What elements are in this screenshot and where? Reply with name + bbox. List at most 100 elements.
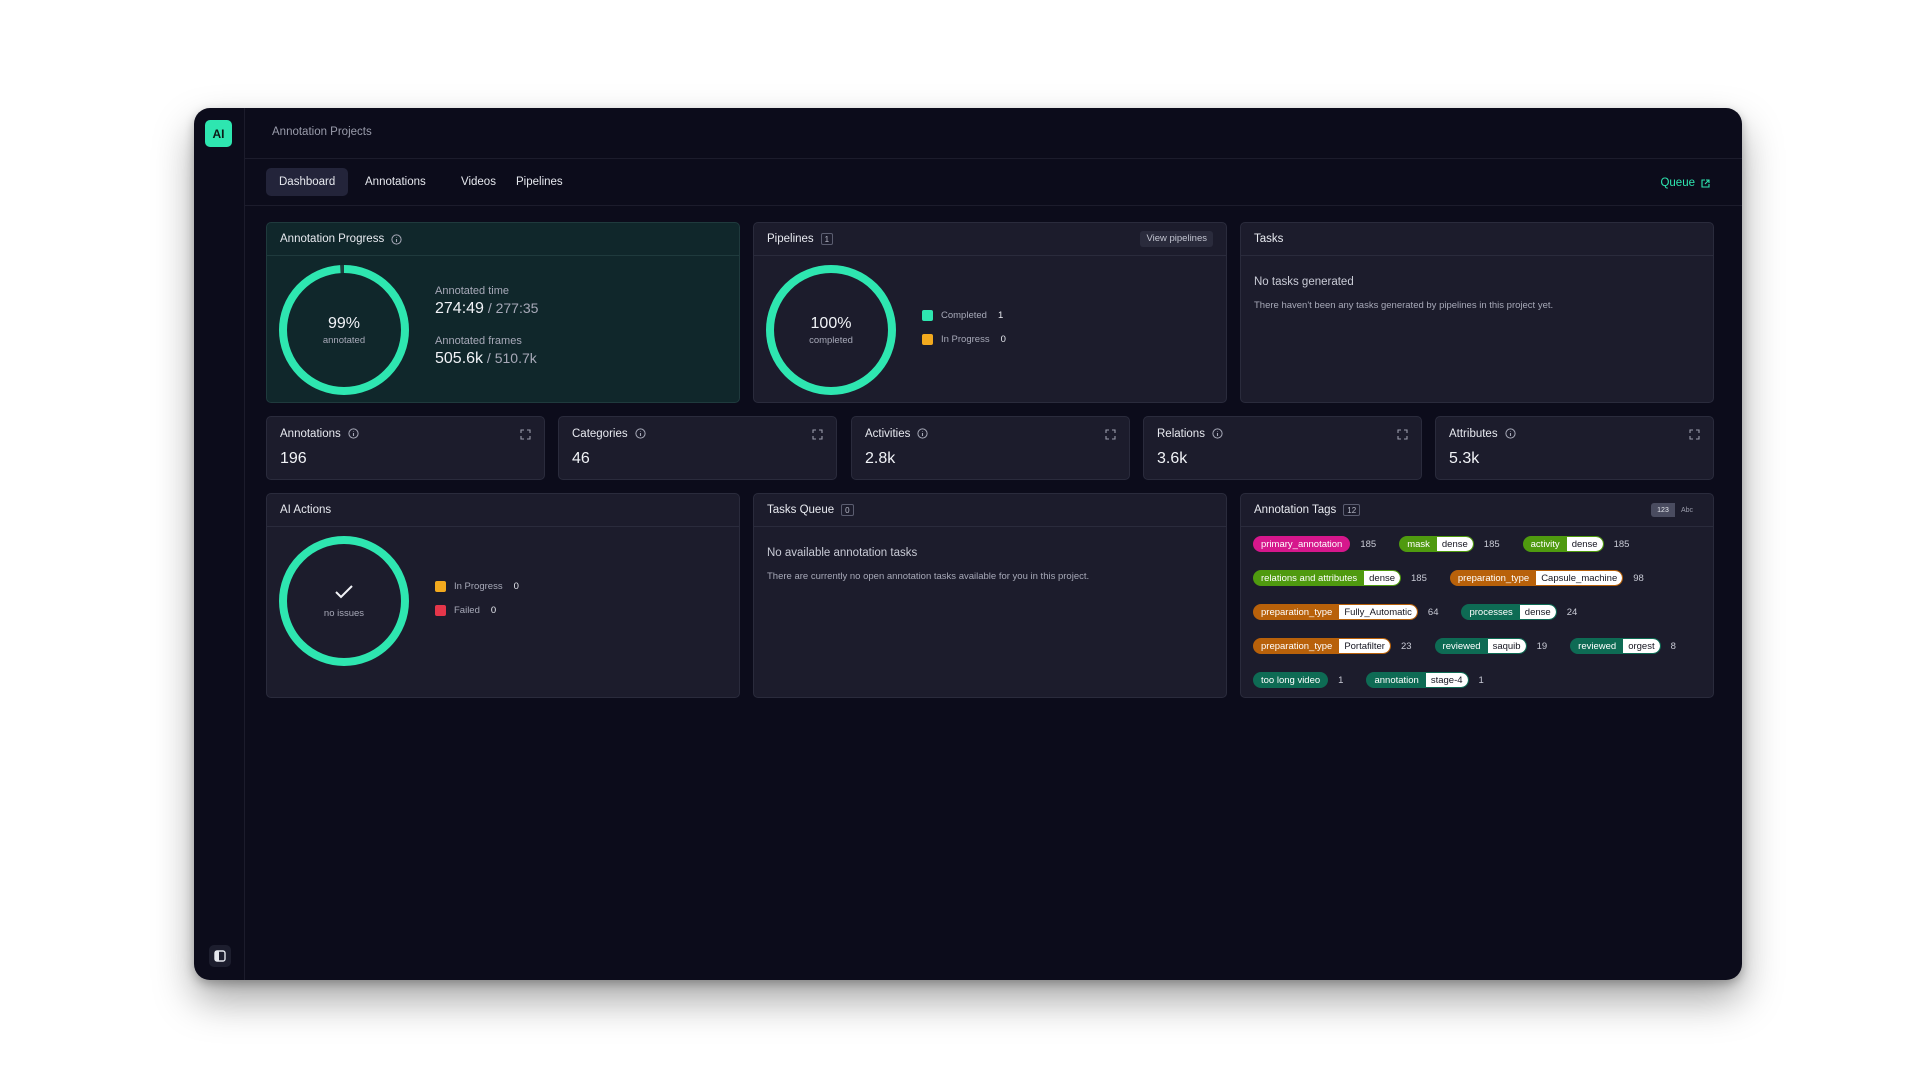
metric-value: 196	[280, 450, 307, 467]
legend-value: 0	[490, 605, 497, 616]
queue-label: Queue	[1660, 177, 1695, 189]
metric-label: Relations	[1157, 427, 1205, 440]
info-icon[interactable]	[635, 428, 646, 439]
annotated-time-stat: Annotated time 274:49 / 277:35	[435, 285, 539, 317]
tag-count: 185	[1483, 538, 1500, 550]
tag-key: mask	[1407, 539, 1430, 550]
annotation-tag[interactable]: preparation_type Portafilter	[1253, 638, 1391, 654]
tag-value: dense	[1364, 571, 1401, 585]
annotation-tag[interactable]: processes dense	[1461, 604, 1557, 620]
side-rail: AI	[194, 108, 245, 980]
app-logo[interactable]: AI	[205, 120, 232, 147]
expand-icon[interactable]	[1397, 427, 1408, 445]
annotation-tag[interactable]: annotation stage-4	[1366, 672, 1469, 688]
info-icon[interactable]	[1212, 428, 1223, 439]
annotation-tag[interactable]: preparation_type Capsule_machine	[1449, 570, 1624, 586]
tag-row: too long video 1 annotation stage-4 1	[1253, 672, 1507, 688]
legend-label: In Progress	[454, 581, 503, 592]
tag-sort-toggle: 123 Abc	[1651, 503, 1699, 517]
annotation-tag[interactable]: mask dense	[1399, 536, 1474, 552]
pipelines-card: Pipelines 1 View pipelines 100% complete…	[753, 222, 1227, 403]
metric-relations: Relations 3.6k	[1143, 416, 1422, 480]
tag-row: preparation_type Fully_Automatic 64 process…	[1253, 604, 1600, 620]
card-title: Annotation Progress	[280, 233, 385, 245]
annotated-frames-label: Annotated frames	[435, 335, 522, 347]
tag-key: annotation	[1374, 675, 1419, 686]
expand-icon[interactable]	[812, 427, 823, 445]
legend-label: Completed	[941, 310, 987, 321]
top-bar: Annotation Projects	[245, 108, 1742, 159]
tag-count: 19	[1536, 640, 1548, 652]
expand-icon[interactable]	[1689, 427, 1700, 445]
tasks-header: Tasks	[1241, 223, 1713, 256]
annotation-tag[interactable]: activity dense	[1522, 536, 1604, 552]
tag-count: 185	[1360, 538, 1377, 550]
tag-key: primary_annotation	[1261, 539, 1343, 550]
ai-actions-header: AI Actions	[267, 494, 739, 527]
tag-count: 1	[1338, 674, 1344, 686]
progress-percent: 99%	[327, 314, 361, 332]
empty-description: There haven't been any tasks generated b…	[1254, 300, 1554, 311]
annotation-progress-ring: 99% annotated	[278, 264, 410, 396]
annotation-tag[interactable]: reviewed saquib	[1434, 638, 1527, 654]
pipelines-header: Pipelines 1 View pipelines	[754, 223, 1226, 256]
ai-actions-ring: no issues	[278, 535, 410, 667]
metric-attributes: Attributes 5.3k	[1435, 416, 1714, 480]
annotation-tag[interactable]: primary_annotation	[1253, 536, 1351, 552]
tag-value: stage-4	[1425, 673, 1468, 687]
tab-annotations[interactable]: Annotations	[352, 168, 439, 196]
breadcrumb[interactable]: Annotation Projects	[272, 126, 372, 138]
legend-label: In Progress	[941, 334, 990, 345]
tag-key: relations and attributes	[1261, 573, 1358, 584]
view-pipelines-button[interactable]: View pipelines	[1140, 231, 1213, 247]
annotation-progress-card: Annotation Progress 99% annotated Annota…	[266, 222, 740, 403]
metric-activities: Activities 2.8k	[851, 416, 1130, 480]
tag-count: 98	[1633, 572, 1644, 584]
tab-videos[interactable]: Videos	[448, 168, 509, 196]
tag-key: reviewed	[1578, 641, 1617, 652]
tab-pipelines[interactable]: Pipelines	[503, 168, 576, 196]
annotation-progress-header: Annotation Progress	[267, 223, 739, 256]
tag-count: 1	[1478, 674, 1484, 686]
legend-in-progress: In Progress 0	[922, 334, 1006, 345]
info-icon[interactable]	[1504, 428, 1516, 439]
tag-value: Fully_Automatic	[1339, 605, 1417, 619]
metric-value: 3.6k	[1157, 450, 1188, 467]
pipelines-percent: 100%	[810, 314, 852, 332]
info-icon[interactable]	[917, 428, 928, 439]
expand-icon[interactable]	[1105, 427, 1116, 445]
info-icon[interactable]	[391, 233, 402, 245]
annotated-time-label: Annotated time	[435, 285, 509, 297]
pipelines-caption: completed	[809, 334, 853, 346]
tag-value: dense	[1566, 537, 1603, 551]
legend-value: 0	[1000, 334, 1006, 345]
annotation-tag[interactable]: reviewed orgest	[1570, 638, 1661, 654]
empty-description: There are currently no open annotation t…	[767, 571, 1090, 582]
card-title: AI Actions	[280, 504, 332, 516]
expand-icon[interactable]	[520, 427, 531, 445]
pipelines-ring: 100% completed	[765, 264, 897, 396]
tab-bar: Dashboard Annotations Videos Pipelines Q…	[245, 159, 1742, 206]
queue-link[interactable]: Queue	[1660, 177, 1710, 189]
tag-value: dense	[1436, 537, 1473, 551]
checkmark-icon	[335, 584, 353, 598]
tags-count-badge: 12	[1343, 504, 1361, 516]
tag-value: Portafilter	[1339, 639, 1390, 653]
metric-categories: Categories 46	[558, 416, 837, 480]
metric-value: 2.8k	[865, 450, 896, 467]
tasks-empty-state: No tasks generated There haven't been an…	[1254, 276, 1553, 311]
tag-key: too long video	[1261, 675, 1321, 686]
sort-by-count-button[interactable]: 123	[1651, 503, 1675, 517]
legend-label: Failed	[454, 605, 480, 616]
annotation-tag[interactable]: preparation_type Fully_Automatic	[1253, 604, 1418, 620]
annotation-tag[interactable]: relations and attributes dense	[1253, 570, 1402, 586]
sort-by-name-button[interactable]: Abc	[1675, 503, 1699, 517]
progress-caption: annotated	[322, 334, 366, 346]
annotation-tag[interactable]: too long video	[1253, 672, 1329, 688]
info-icon[interactable]	[348, 428, 359, 439]
ai-actions-card: AI Actions no issues In Progress 0 Faile…	[266, 493, 740, 698]
metric-annotations: Annotations 196	[266, 416, 545, 480]
tab-dashboard[interactable]: Dashboard	[266, 168, 349, 196]
sidebar-toggle-icon[interactable]	[209, 945, 231, 967]
metric-label: Activities	[865, 427, 911, 440]
